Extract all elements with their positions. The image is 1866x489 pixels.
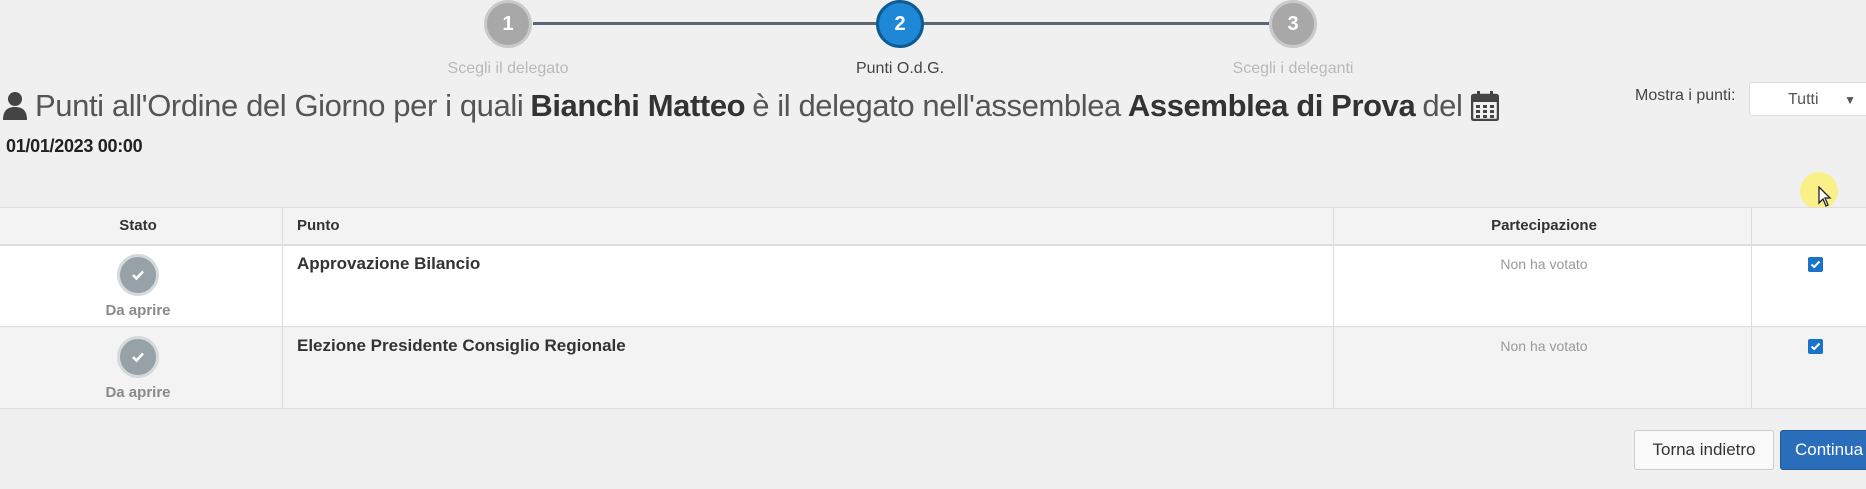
column-divider	[1333, 208, 1334, 408]
assembly-name: Assemblea di Prova	[1127, 88, 1416, 123]
back-button[interactable]: Torna indietro	[1634, 430, 1774, 470]
delegate-name: Bianchi Matteo	[530, 88, 746, 123]
participation-status: Non ha votato	[1500, 256, 1588, 272]
agenda-table: Stato Punto Partecipazione Da aprire App…	[0, 207, 1866, 409]
points-filter-select[interactable]: Tutti ▼	[1749, 82, 1866, 116]
column-header-punto: Punto	[297, 217, 340, 234]
filter-label: Mostra i punti:	[1635, 87, 1736, 104]
status-label: Da aprire	[105, 384, 171, 401]
table-row: Da aprire Elezione Presidente Consiglio …	[0, 328, 1866, 409]
step-3-label: Scegli i deleganti	[1232, 60, 1354, 77]
table-row: Da aprire Approvazione Bilancio Non ha v…	[0, 246, 1866, 327]
title-middle: è il delegato nell'assemblea	[752, 88, 1121, 123]
step-1-circle[interactable]: 1	[484, 0, 532, 48]
user-icon	[2, 91, 28, 121]
calendar-icon	[1470, 91, 1499, 122]
chevron-down-icon: ▼	[1844, 93, 1856, 107]
table-header: Stato Punto Partecipazione	[0, 208, 1866, 246]
row-checkbox[interactable]	[1808, 257, 1823, 272]
check-icon	[117, 254, 159, 296]
cursor-icon	[1818, 186, 1832, 207]
status-label: Da aprire	[105, 302, 171, 319]
page-title: Punti all'Ordine del Giorno per i quali …	[0, 88, 1499, 124]
title-suffix: del	[1422, 88, 1463, 123]
agenda-item-title: Approvazione Bilancio	[297, 254, 481, 273]
column-divider	[1751, 208, 1752, 408]
step-connector	[533, 22, 876, 25]
column-divider	[282, 208, 283, 408]
filter-selected-value: Tutti	[1788, 91, 1819, 108]
column-header-partecipazione: Partecipazione	[1491, 217, 1597, 234]
step-2-label: Punti O.d.G.	[855, 60, 945, 77]
assembly-datetime: 01/01/2023 00:00	[6, 136, 143, 156]
title-prefix: Punti all'Ordine del Giorno per i quali	[35, 88, 524, 123]
step-3-circle[interactable]: 3	[1269, 0, 1317, 48]
agenda-item-title: Elezione Presidente Consiglio Regionale	[297, 336, 626, 355]
participation-status: Non ha votato	[1500, 338, 1588, 354]
column-header-stato: Stato	[119, 217, 157, 234]
continue-button[interactable]: Continua	[1780, 430, 1866, 470]
check-icon	[117, 336, 159, 378]
step-1-label: Scegli il delegato	[447, 60, 569, 77]
row-checkbox[interactable]	[1808, 339, 1823, 354]
step-2-circle[interactable]: 2	[876, 0, 924, 48]
step-connector	[924, 22, 1269, 25]
